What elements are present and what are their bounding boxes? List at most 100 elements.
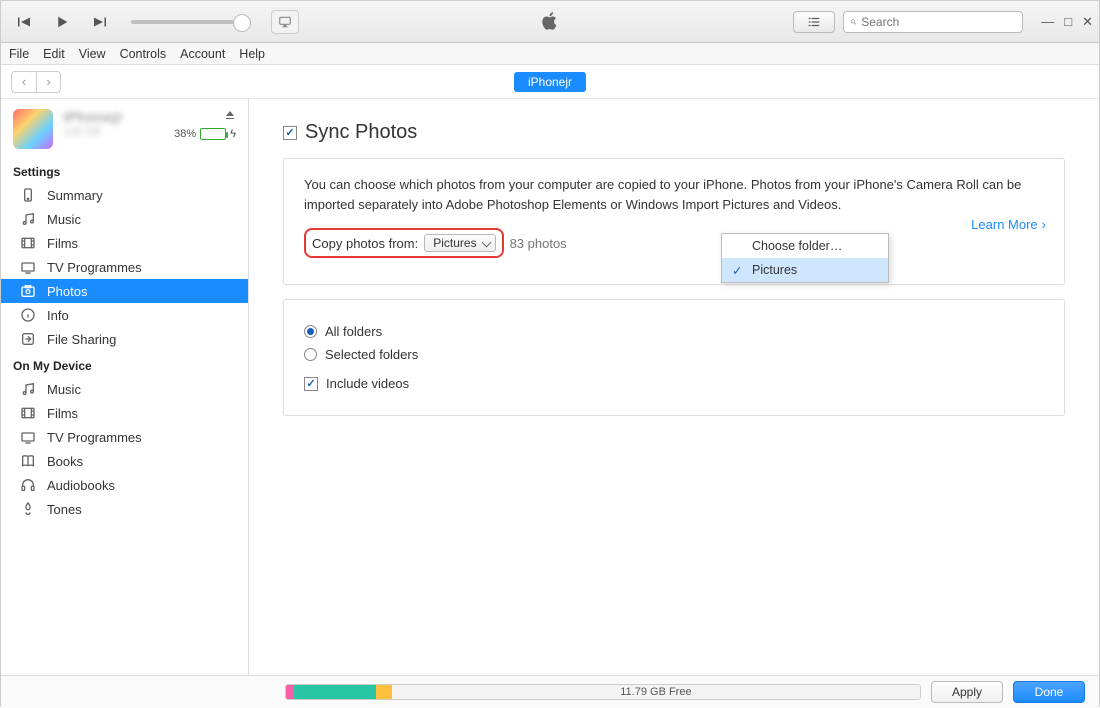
photo-count: 83 photos (510, 236, 567, 251)
device-thumbnail (13, 109, 53, 149)
sidebar-item-label: Music (47, 382, 81, 397)
sidebar-item-label: Tones (47, 502, 82, 517)
storage-seg-other (376, 685, 392, 699)
summary-icon (19, 187, 37, 203)
sidebar-item-tv-programmes[interactable]: TV Programmes (1, 255, 248, 279)
photos-icon (19, 283, 37, 299)
sync-source-panel: You can choose which photos from your co… (283, 158, 1065, 285)
sidebar-item-tv-programmes[interactable]: TV Programmes (1, 425, 248, 449)
sidebar-item-books[interactable]: Books (1, 449, 248, 473)
menu-account[interactable]: Account (180, 47, 225, 61)
sync-description: You can choose which photos from your co… (304, 175, 1044, 214)
previous-button[interactable] (7, 9, 41, 35)
device-capacity: 128 GB (63, 126, 164, 138)
titlebar: — □ ✕ (1, 1, 1099, 43)
sidebar-item-info[interactable]: Info (1, 303, 248, 327)
radio-selected-folders[interactable] (304, 348, 317, 361)
sync-photos-checkbox[interactable] (283, 126, 297, 140)
source-dropdown-menu: Choose folder… Pictures (721, 233, 889, 283)
sidebar-item-music[interactable]: Music (1, 377, 248, 401)
sidebar-item-label: Photos (47, 284, 87, 299)
device-name: iPhonejr (63, 109, 164, 126)
tv-icon (19, 429, 37, 445)
radio-all-folders-label: All folders (325, 324, 382, 339)
window-controls: — □ ✕ (1041, 14, 1093, 30)
search-field[interactable] (843, 11, 1023, 33)
sync-photos-title: Sync Photos (305, 121, 417, 144)
sidebar-item-films[interactable]: Films (1, 231, 248, 255)
battery-status: 38% ϟ (174, 128, 236, 140)
next-button[interactable] (83, 9, 117, 35)
menubar: File Edit View Controls Account Help (1, 43, 1099, 65)
sidebar-settings-title: Settings (1, 157, 248, 183)
eject-icon[interactable] (224, 109, 236, 124)
sidebar-item-music[interactable]: Music (1, 207, 248, 231)
sync-heading: Sync Photos (283, 121, 1065, 144)
nav-back-button[interactable]: ‹ (12, 72, 36, 92)
maximize-button[interactable]: □ (1064, 14, 1072, 30)
search-icon (850, 16, 857, 28)
play-button[interactable] (45, 9, 79, 35)
apply-button[interactable]: Apply (931, 681, 1003, 703)
playback-controls (7, 9, 299, 35)
menu-controls[interactable]: Controls (120, 47, 167, 61)
sidebar-item-tones[interactable]: Tones (1, 497, 248, 521)
audiobooks-icon (19, 477, 37, 493)
sync-options-panel: All folders Selected folders Include vid… (283, 299, 1065, 416)
storage-seg-apps (294, 685, 376, 699)
include-videos-label: Include videos (326, 376, 409, 391)
footer-bar: 11.79 GB Free Apply Done (1, 675, 1099, 708)
sidebar-item-label: Films (47, 406, 78, 421)
highlight-ring: Copy photos from: Pictures (304, 228, 504, 258)
sidebar-item-photos[interactable]: Photos (1, 279, 248, 303)
sidebar-item-label: Info (47, 308, 69, 323)
books-icon (19, 453, 37, 469)
learn-more-link[interactable]: Learn More› (971, 217, 1046, 232)
menu-pictures[interactable]: Pictures (722, 258, 888, 282)
sidebar-item-label: TV Programmes (47, 260, 142, 275)
nav-back-forward: ‹ › (11, 71, 61, 93)
sidebar-item-label: TV Programmes (47, 430, 142, 445)
sidebar-item-audiobooks[interactable]: Audiobooks (1, 473, 248, 497)
done-button[interactable]: Done (1013, 681, 1085, 703)
airplay-button[interactable] (271, 10, 299, 34)
menu-choose-folder[interactable]: Choose folder… (722, 234, 888, 258)
nav-row: ‹ › iPhonejr (1, 65, 1099, 99)
sidebar-item-films[interactable]: Films (1, 401, 248, 425)
sidebar-item-label: Books (47, 454, 83, 469)
content-area: Sync Photos You can choose which photos … (249, 99, 1099, 675)
fileshare-icon (19, 331, 37, 347)
menu-help[interactable]: Help (239, 47, 265, 61)
menu-edit[interactable]: Edit (43, 47, 65, 61)
menu-file[interactable]: File (9, 47, 29, 61)
titlebar-right: — □ ✕ (793, 11, 1093, 33)
sidebar-item-summary[interactable]: Summary (1, 183, 248, 207)
source-dropdown[interactable]: Pictures (424, 234, 495, 252)
sidebar-item-label: Audiobooks (47, 478, 115, 493)
battery-icon (200, 128, 226, 140)
apple-logo-icon (539, 9, 561, 34)
sidebar: iPhonejr 128 GB 38% ϟ Settings Summary Mu… (1, 99, 249, 675)
copy-from-row: Copy photos from: Pictures 83 photos (304, 228, 1044, 258)
volume-slider[interactable] (131, 20, 251, 24)
device-pill[interactable]: iPhonejr (514, 72, 586, 92)
include-videos-checkbox[interactable] (304, 377, 318, 391)
list-view-button[interactable] (793, 11, 835, 33)
sidebar-item-label: Summary (47, 188, 103, 203)
sidebar-item-label: File Sharing (47, 332, 116, 347)
device-header: iPhonejr 128 GB 38% ϟ (1, 99, 248, 157)
copy-from-label: Copy photos from: (312, 236, 418, 251)
tv-icon (19, 259, 37, 275)
close-button[interactable]: ✕ (1082, 14, 1093, 30)
tones-icon (19, 501, 37, 517)
radio-all-folders[interactable] (304, 325, 317, 338)
minimize-button[interactable]: — (1041, 14, 1054, 30)
storage-bar: 11.79 GB Free (285, 684, 921, 700)
nav-forward-button[interactable]: › (36, 72, 60, 92)
films-icon (19, 405, 37, 421)
sidebar-item-file-sharing[interactable]: File Sharing (1, 327, 248, 351)
menu-view[interactable]: View (79, 47, 106, 61)
info-icon (19, 307, 37, 323)
battery-percent: 38% (174, 128, 196, 140)
search-input[interactable] (861, 15, 1016, 29)
